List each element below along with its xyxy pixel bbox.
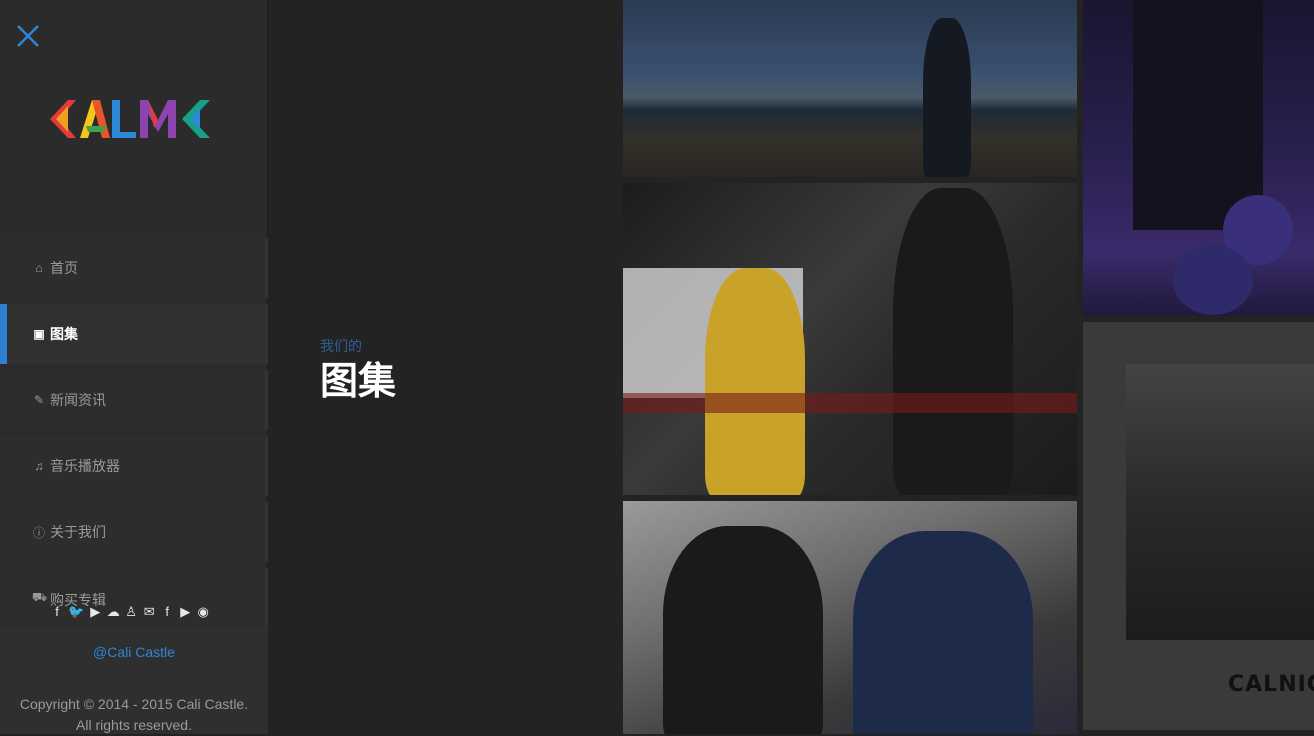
gallery-photo-1[interactable]	[623, 0, 1077, 177]
nav-item-label: 首页	[50, 260, 78, 276]
youtube-icon[interactable]: ▶	[88, 604, 102, 620]
music-note-icon: ♫	[34, 459, 44, 473]
pencil-icon: ✎	[33, 393, 45, 407]
gallery-photo-2[interactable]	[623, 183, 1077, 495]
nav-item-label: 图集	[50, 326, 78, 342]
social-links: f 🐦 ▶ ☁ ♙ ✉ f ▶ ◉	[50, 604, 210, 620]
main-nav: ⌂ 首页 ▣ 图集 ✎ 新闻资讯 ♫ 音乐播放器 ⓘ 关于我们 ⛟ 购买专辑	[0, 238, 268, 634]
gallery-photo-4[interactable]	[1083, 0, 1314, 316]
sidebar: ⌂ 首页 ▣ 图集 ✎ 新闻资讯 ♫ 音乐播放器 ⓘ 关于我们 ⛟ 购买专辑 f…	[0, 0, 268, 734]
copyright-line-2: All rights reserved.	[76, 717, 192, 733]
photo-5-caption: CALNIC × S	[1228, 672, 1314, 697]
info-icon: ⓘ	[32, 525, 45, 540]
soundcloud-icon[interactable]: ☁	[106, 604, 120, 620]
home-icon: ⌂	[35, 261, 43, 275]
nav-item-label: 新闻资讯	[50, 392, 106, 408]
nav-item-label: 关于我们	[50, 524, 106, 540]
page-title: 图集	[320, 361, 397, 403]
youtube-icon[interactable]: ▶	[178, 604, 192, 620]
cart-icon: ⛟	[32, 590, 48, 604]
facebook-icon[interactable]: f	[50, 604, 64, 620]
copyright-line-1: Copyright © 2014 - 2015 Cali Castle.	[19, 696, 249, 712]
calnic-logo[interactable]	[50, 98, 214, 140]
copyright: Copyright © 2014 - 2015 Cali Castle. All…	[0, 694, 268, 736]
nav-item-about[interactable]: ⓘ 关于我们	[0, 502, 268, 562]
twitter-icon[interactable]: 🐦	[68, 604, 84, 620]
weibo-icon[interactable]: ◉	[196, 604, 210, 620]
nav-item-music-player[interactable]: ♫ 音乐播放器	[0, 436, 268, 496]
photo-5-image	[1126, 364, 1314, 640]
facebook-icon[interactable]: f	[160, 604, 174, 620]
image-icon: ▣	[33, 327, 45, 341]
gallery-photo-3[interactable]	[623, 501, 1077, 734]
nav-item-news[interactable]: ✎ 新闻资讯	[0, 370, 268, 430]
close-icon[interactable]	[14, 22, 42, 50]
wechat-icon[interactable]: ✉	[142, 604, 156, 620]
nav-item-label: 音乐播放器	[50, 458, 120, 474]
author-handle-link[interactable]: @Cali Castle	[0, 644, 268, 660]
gallery-photo-5[interactable]: CALNIC × S	[1083, 322, 1314, 730]
nav-item-gallery[interactable]: ▣ 图集	[0, 304, 268, 364]
nav-item-home[interactable]: ⌂ 首页	[0, 238, 268, 298]
qq-icon[interactable]: ♙	[124, 604, 138, 620]
